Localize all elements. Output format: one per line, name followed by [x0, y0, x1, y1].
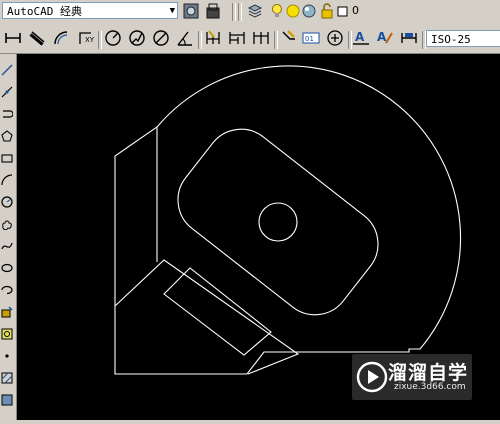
freeze-icon[interactable]: [300, 2, 318, 20]
toolbar-separator: [274, 31, 278, 49]
hatch-icon[interactable]: [0, 370, 14, 386]
play-logo-icon: [356, 361, 388, 393]
hole-circle: [258, 202, 298, 242]
svg-text:01: 01: [305, 35, 314, 43]
point-icon[interactable]: [0, 348, 14, 364]
workspace-value: AutoCAD 经典: [7, 5, 82, 18]
jogged-dim-icon[interactable]: [128, 29, 146, 47]
quick-leader-icon[interactable]: [280, 29, 298, 47]
polygon-icon[interactable]: [0, 128, 14, 144]
toolbar-separator: [198, 31, 202, 49]
diameter-dim-icon[interactable]: [152, 29, 170, 47]
rotated-slot: [177, 128, 379, 316]
rectangle-icon[interactable]: [0, 150, 14, 166]
workspace-lock-icon[interactable]: [204, 2, 222, 20]
tolerance-icon[interactable]: 01: [302, 29, 320, 47]
workspace-dropdown[interactable]: AutoCAD 经典 ▼: [2, 2, 178, 19]
make-block-icon[interactable]: [0, 326, 14, 342]
watermark-url: zixue.3d66.com: [394, 382, 466, 392]
center-mark-icon[interactable]: [326, 29, 344, 47]
dimstyle-value: ISO-25: [431, 33, 471, 46]
toolbar-separator: [232, 3, 236, 21]
spline-icon[interactable]: [0, 238, 14, 254]
baseline-dim-icon[interactable]: [228, 29, 246, 47]
arc-icon[interactable]: [0, 172, 14, 188]
revcloud-icon[interactable]: [0, 216, 14, 232]
dim-text-edit-icon[interactable]: A: [376, 29, 394, 47]
chevron-down-icon[interactable]: ▼: [170, 3, 175, 20]
svg-text:A: A: [355, 30, 365, 44]
radius-dim-icon[interactable]: [104, 29, 122, 47]
quick-dim-icon[interactable]: [204, 29, 222, 47]
lower-connector: [114, 259, 300, 375]
draw-toolbar: [0, 54, 17, 420]
line-icon[interactable]: [0, 62, 14, 78]
svg-text:XY: XY: [85, 36, 94, 44]
watermark: 溜溜自学 zixue.3d66.com: [352, 354, 472, 400]
linear-dim-icon[interactable]: [4, 29, 22, 47]
ellipse-arc-icon[interactable]: [0, 282, 14, 298]
insert-block-icon[interactable]: [0, 304, 14, 320]
ellipse-icon[interactable]: [0, 260, 14, 276]
layer-properties-icon[interactable]: [246, 2, 264, 20]
toolbar-separator: [98, 31, 102, 49]
ordinate-dim-icon[interactable]: XY: [76, 29, 94, 47]
watermark-title: 溜溜自学: [388, 362, 469, 384]
outer-boundary: [114, 65, 462, 375]
dimension-toolbar: XY 01 A A ISO-25: [0, 23, 500, 54]
gradient-icon[interactable]: [0, 392, 14, 408]
color-square-icon[interactable]: [334, 2, 352, 20]
toolbar-separator: [238, 3, 242, 21]
workspace-toolbar: AutoCAD 经典 ▼ 0: [0, 0, 500, 24]
dim-edit-icon[interactable]: A: [352, 29, 370, 47]
layer-name[interactable]: 0: [352, 3, 359, 19]
lower-rectangle: [163, 267, 272, 356]
dim-update-icon[interactable]: [400, 29, 418, 47]
circle-icon[interactable]: [0, 194, 14, 210]
arc-length-icon[interactable]: [52, 29, 70, 47]
continue-dim-icon[interactable]: [252, 29, 270, 47]
aligned-dim-icon[interactable]: [28, 29, 46, 47]
dimstyle-dropdown[interactable]: ISO-25: [426, 30, 500, 47]
construction-line-icon[interactable]: [0, 84, 14, 100]
workspace-settings-icon[interactable]: [182, 2, 200, 20]
polyline-icon[interactable]: [0, 106, 14, 122]
angular-dim-icon[interactable]: [176, 29, 194, 47]
